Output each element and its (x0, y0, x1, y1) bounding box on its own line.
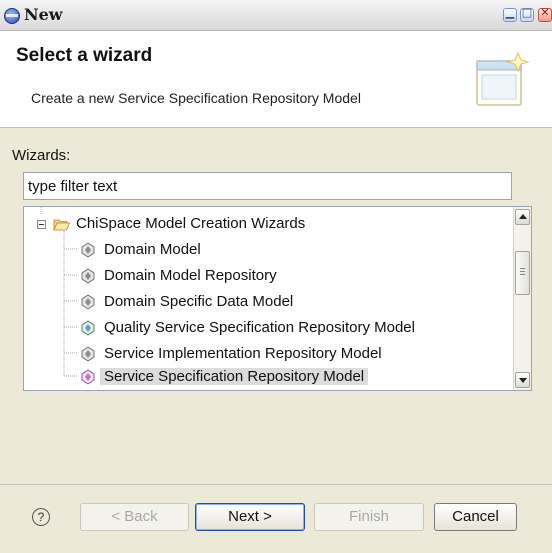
minimize-button[interactable]: ▁ (503, 6, 517, 22)
maximize-button[interactable]: □ (520, 6, 534, 22)
model-wizard-icon (81, 369, 95, 385)
tree-item-label: Domain Model Repository (104, 267, 277, 284)
tree-vertical-scrollbar[interactable] (513, 207, 531, 390)
model-wizard-icon (81, 346, 95, 362)
footer-separator (0, 484, 552, 485)
close-button[interactable]: ✕ (538, 6, 552, 22)
cancel-button[interactable]: Cancel (434, 503, 517, 531)
tree-item[interactable]: Quality Service Specification Repository… (24, 317, 514, 341)
chevron-up-icon (519, 214, 527, 219)
back-button[interactable]: < Back (80, 503, 189, 531)
tree-item-label: Domain Specific Data Model (104, 293, 294, 310)
window-title: New (24, 5, 63, 24)
tree-item-label: Quality Service Specification Repository… (104, 319, 415, 336)
collapse-icon[interactable] (37, 220, 46, 229)
maximize-icon: □ (521, 6, 533, 19)
tree-item-label: Service Specification Repository Model (100, 368, 369, 385)
tree-category-chispace[interactable]: ChiSpace Model Creation Wizards (24, 213, 514, 237)
close-icon: ✕ (540, 6, 550, 19)
model-wizard-icon (81, 242, 95, 258)
scroll-thumb[interactable] (515, 251, 530, 295)
tree-item-selected[interactable]: Service Specification Repository Model (24, 366, 514, 390)
minimize-icon: ▁ (505, 6, 515, 19)
scroll-up-button[interactable] (515, 209, 530, 225)
finish-button[interactable]: Finish (314, 503, 424, 531)
wizard-banner-icon (476, 51, 530, 106)
eclipse-app-icon (4, 8, 20, 24)
new-wizard-dialog: New ▁ □ ✕ Select a wizard Create a new S… (0, 0, 552, 553)
tree-item[interactable]: Service Implementation Repository Model (24, 343, 514, 367)
chevron-down-icon (519, 378, 527, 383)
tree-item-label: Service Implementation Repository Model (104, 345, 382, 362)
next-button[interactable]: Next > (195, 503, 305, 531)
page-title: Select a wizard (16, 45, 153, 66)
tree-item[interactable]: Domain Model (24, 239, 514, 263)
help-icon[interactable]: ? (32, 508, 50, 526)
wizard-header-banner: Select a wizard Create a new Service Spe… (0, 31, 552, 128)
model-wizard-icon (81, 294, 95, 310)
open-folder-icon (53, 219, 70, 231)
wizards-tree[interactable]: ChiSpace Model Creation Wizards Domain M… (23, 206, 532, 391)
page-description: Create a new Service Specification Repos… (31, 90, 361, 106)
model-wizard-icon (81, 268, 95, 284)
tree-item[interactable]: Domain Specific Data Model (24, 291, 514, 315)
tree-item[interactable]: Domain Model Repository (24, 265, 514, 289)
scroll-down-button[interactable] (515, 372, 530, 388)
filter-input[interactable] (23, 172, 512, 200)
tree-item-label: Domain Model (104, 241, 201, 258)
title-bar[interactable]: New ▁ □ ✕ (0, 0, 552, 31)
tree-category-label: ChiSpace Model Creation Wizards (76, 215, 306, 232)
model-wizard-icon (81, 320, 95, 336)
wizards-label: Wizards: (12, 147, 71, 164)
